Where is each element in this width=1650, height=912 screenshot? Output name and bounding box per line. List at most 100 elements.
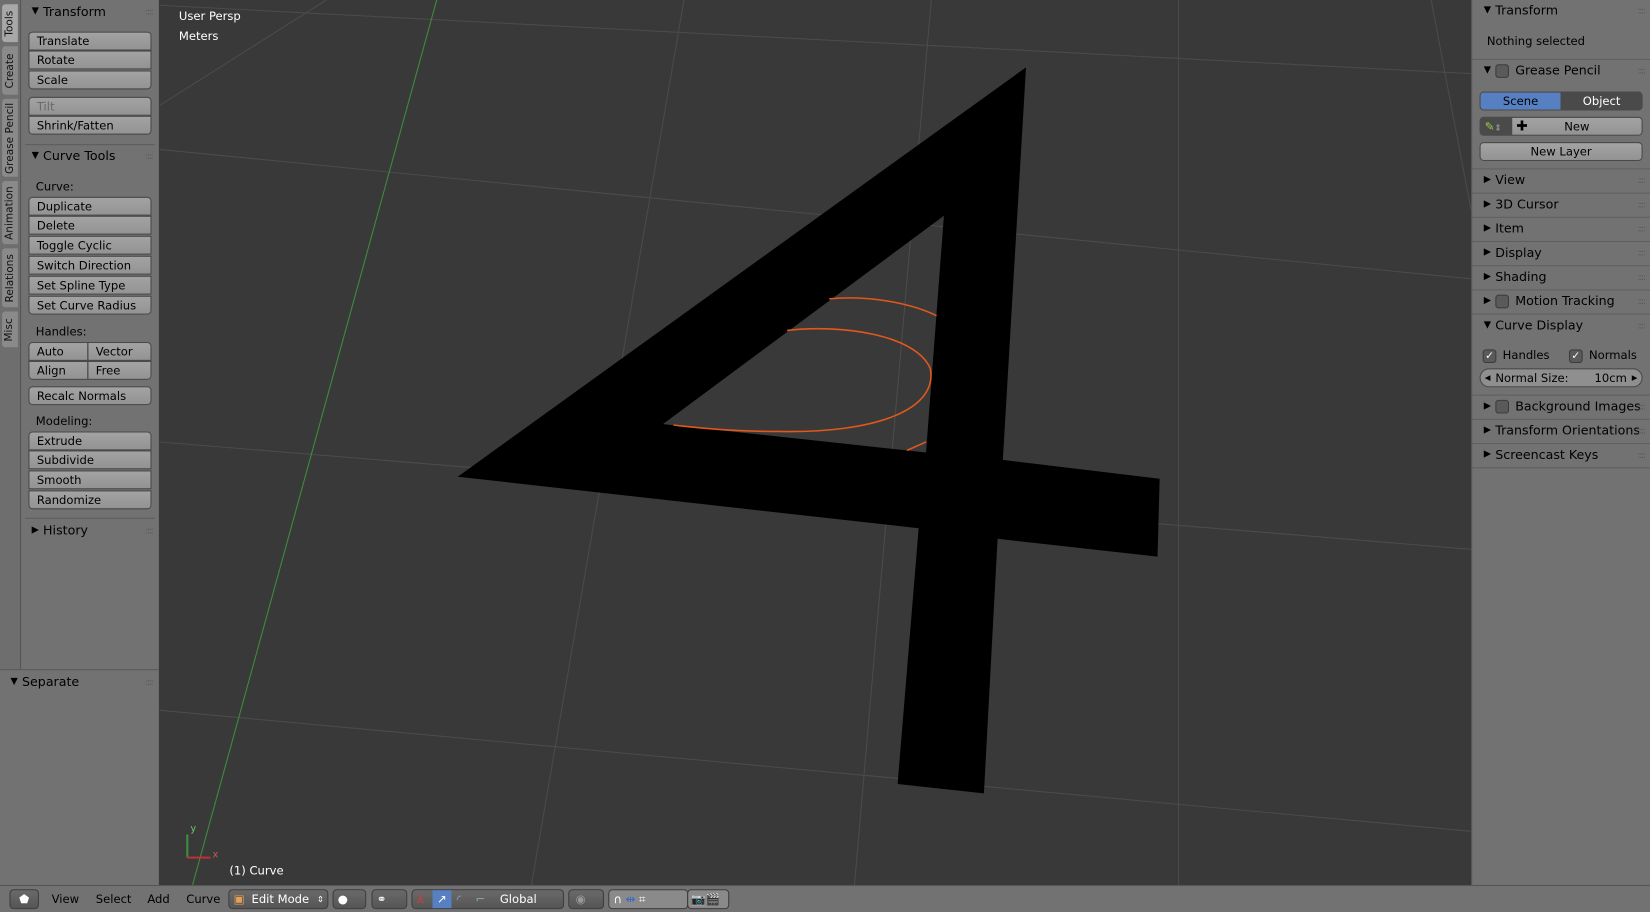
- translate-button[interactable]: Translate: [28, 31, 152, 51]
- collapsed-triangle-icon: ▶: [1483, 400, 1492, 412]
- handles-option[interactable]: ✓ Handles: [1482, 348, 1550, 363]
- panel-curve-tools-header[interactable]: ▼ Curve Tools::::: [32, 146, 159, 165]
- grease-pencil-checkbox[interactable]: [1495, 63, 1509, 78]
- menu-select[interactable]: Select: [96, 892, 132, 906]
- panel-history-header[interactable]: ▶ History::::: [32, 521, 159, 540]
- drag-grip-icon[interactable]: ::::: [1638, 6, 1646, 15]
- drag-grip-icon[interactable]: ::::: [1638, 401, 1646, 410]
- viewport-shading-selector[interactable]: ●: [332, 889, 367, 910]
- scale-manipulator-icon[interactable]: ⌐: [476, 890, 486, 908]
- panel-item-header[interactable]: ▶ Item::::: [1484, 219, 1650, 238]
- drag-grip-icon[interactable]: ::::: [1638, 426, 1646, 435]
- toggle-cyclic-button[interactable]: Toggle Cyclic: [28, 235, 152, 255]
- snap-target-icon[interactable]: ⌗: [639, 892, 646, 906]
- drag-grip-icon[interactable]: ::::: [1638, 224, 1646, 233]
- 3d-viewport[interactable]: [0, 0, 1650, 912]
- menu-curve[interactable]: Curve: [186, 892, 220, 906]
- pivot-point-selector[interactable]: ⚭: [371, 889, 408, 910]
- subdivide-button[interactable]: Subdivide: [28, 450, 152, 470]
- magnet-icon[interactable]: ∩: [613, 892, 621, 906]
- panel-screencast-keys-header[interactable]: ▶ Screencast Keys::::: [1484, 445, 1650, 464]
- menu-view[interactable]: View: [52, 892, 79, 906]
- normals-checkbox-checked-icon[interactable]: ✓: [1568, 348, 1583, 363]
- panel-transform-header[interactable]: ▼ Transform::::: [1484, 1, 1650, 20]
- drag-grip-icon[interactable]: ::::: [1638, 320, 1646, 329]
- extrude-button[interactable]: Extrude: [28, 431, 152, 451]
- panel-display-header[interactable]: ▶ Display::::: [1484, 243, 1650, 262]
- tab-relations[interactable]: Relations: [2, 248, 18, 308]
- tab-misc[interactable]: Misc: [2, 311, 18, 348]
- drag-grip-icon[interactable]: ::::: [1638, 296, 1646, 305]
- drag-grip-icon[interactable]: ::::: [1638, 248, 1646, 257]
- switch-direction-button[interactable]: Switch Direction: [28, 255, 152, 275]
- panel-grease-pencil-header[interactable]: ▼ Grease Pencil::::: [1484, 61, 1650, 80]
- drag-grip-icon[interactable]: ::::: [1638, 66, 1646, 75]
- collapsed-triangle-icon: ▶: [1483, 295, 1492, 307]
- recalc-normals-button[interactable]: Recalc Normals: [28, 386, 152, 406]
- drag-grip-icon[interactable]: ::::: [1638, 175, 1646, 184]
- drag-grip-icon[interactable]: ::::: [145, 151, 153, 160]
- drag-grip-icon[interactable]: ::::: [1638, 272, 1646, 281]
- scene-toggle[interactable]: Scene: [1479, 91, 1562, 111]
- normal-size-field[interactable]: ◀ Normal Size: 10cm ▶: [1479, 368, 1643, 388]
- smooth-button[interactable]: Smooth: [28, 470, 152, 490]
- new-grease-pencil-button[interactable]: ✚ New: [1511, 116, 1643, 136]
- handle-free-button[interactable]: Free: [87, 360, 152, 380]
- panel-transform-orientations-header[interactable]: ▶ Transform Orientations::::: [1484, 421, 1650, 440]
- new-layer-button[interactable]: New Layer: [1479, 142, 1643, 162]
- grease-pencil-browse[interactable]: ✎⇕: [1479, 116, 1513, 136]
- panel-3d-cursor-header[interactable]: ▶ 3D Cursor::::: [1484, 195, 1650, 214]
- drag-grip-icon[interactable]: ::::: [145, 677, 153, 686]
- panel-motion-tracking-header[interactable]: ▶ Motion Tracking::::: [1484, 291, 1650, 310]
- tab-animation[interactable]: Animation: [2, 180, 18, 245]
- panel-shading-header[interactable]: ▶ Shading::::: [1484, 267, 1650, 286]
- snapping-group[interactable]: ∩ ⇹ ⌗: [608, 889, 689, 910]
- handle-vector-button[interactable]: Vector: [87, 341, 152, 361]
- set-spline-type-button[interactable]: Set Spline Type: [28, 275, 152, 295]
- normals-option[interactable]: ✓ Normals: [1568, 348, 1637, 363]
- transform-orientation[interactable]: Global: [500, 892, 537, 906]
- panel-view-header[interactable]: ▶ View::::: [1484, 170, 1650, 189]
- editor-type-selector[interactable]: ⬟: [9, 889, 39, 910]
- shrink-fatten-button[interactable]: Shrink/Fatten: [28, 115, 152, 135]
- scale-button[interactable]: Scale: [28, 70, 152, 90]
- menu-add[interactable]: Add: [147, 892, 169, 906]
- view-name: User Persp: [178, 9, 241, 24]
- expanded-triangle-icon: ▼: [10, 676, 18, 688]
- render-buttons[interactable]: 📷🎬: [687, 889, 730, 910]
- tab-tools[interactable]: Tools: [2, 4, 18, 43]
- camera-render-icon[interactable]: 📷: [691, 892, 705, 906]
- divider: [25, 517, 155, 519]
- mode-selector[interactable]: ▣ Edit Mode ⇕: [228, 889, 329, 910]
- manipulator-group[interactable]: ⅄ ↗ ◜ ⌐ Global: [411, 889, 565, 910]
- rotate-manipulator-icon[interactable]: ◜: [457, 890, 461, 908]
- background-images-checkbox[interactable]: [1495, 399, 1509, 414]
- drag-grip-icon[interactable]: ::::: [145, 526, 153, 535]
- drag-grip-icon[interactable]: ::::: [1638, 450, 1646, 459]
- motion-tracking-checkbox[interactable]: [1495, 294, 1509, 308]
- set-curve-radius-button[interactable]: Set Curve Radius: [28, 295, 152, 315]
- object-toggle[interactable]: Object: [1560, 91, 1643, 111]
- operator-separate-header[interactable]: ▼ Separate::::: [11, 672, 159, 691]
- translate-manipulator-icon[interactable]: ↗: [432, 890, 452, 909]
- pivot-icon: ⚭: [376, 892, 387, 907]
- tab-create[interactable]: Create: [2, 46, 18, 95]
- snap-element-icon[interactable]: ⇹: [626, 892, 636, 906]
- manipulator-toggle-icon[interactable]: ⅄: [417, 890, 424, 908]
- handle-align-button[interactable]: Align: [28, 360, 89, 380]
- panel-transform-header[interactable]: ▼ Transform::::: [32, 2, 159, 21]
- clapperboard-icon[interactable]: 🎬: [706, 892, 720, 906]
- panel-curve-display-header[interactable]: ▼ Curve Display::::: [1484, 316, 1650, 335]
- handles-checkbox-checked-icon[interactable]: ✓: [1482, 348, 1497, 363]
- proportional-editing-selector[interactable]: ◉: [568, 889, 605, 910]
- tab-label: Relations: [4, 253, 16, 302]
- panel-background-images-header[interactable]: ▶ Background Images::::: [1484, 397, 1650, 416]
- tab-grease-pencil[interactable]: Grease Pencil: [2, 98, 18, 177]
- delete-button[interactable]: Delete: [28, 215, 152, 235]
- randomize-button[interactable]: Randomize: [28, 490, 152, 510]
- duplicate-button[interactable]: Duplicate: [28, 196, 152, 216]
- drag-grip-icon[interactable]: ::::: [1638, 199, 1646, 208]
- drag-grip-icon[interactable]: ::::: [145, 7, 153, 16]
- handle-auto-button[interactable]: Auto: [28, 341, 89, 361]
- rotate-button[interactable]: Rotate: [28, 50, 152, 70]
